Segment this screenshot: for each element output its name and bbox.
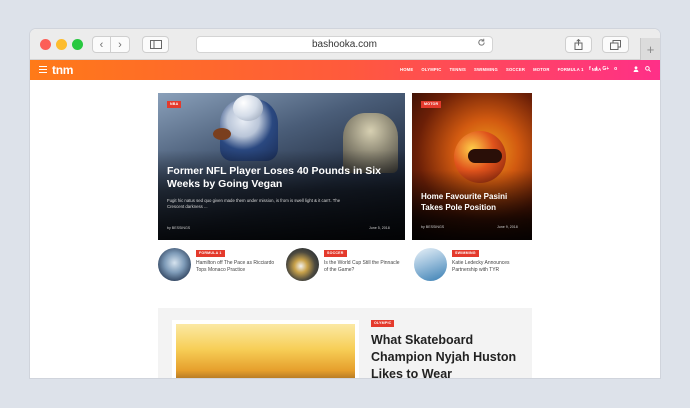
hero-article[interactable]: NBA Former NFL Player Loses 40 Pounds in… <box>158 93 405 240</box>
mini-thumbnail <box>286 248 319 281</box>
side-category-tag[interactable]: MOTOR <box>421 101 442 108</box>
side-author[interactable]: by BESSINGS <box>421 225 444 229</box>
hero-image-overlay <box>158 150 405 240</box>
mini-category-tag[interactable]: FORMULA 1 <box>196 250 225 257</box>
tabs-icon <box>610 39 621 50</box>
close-window-button[interactable] <box>40 39 51 50</box>
feature-article[interactable]: OLYMPIC What Skateboard Champion Nyjah H… <box>158 308 532 378</box>
menu-item-motor[interactable]: MOTOR <box>533 67 550 72</box>
mini-category-tag[interactable]: SWIMMING <box>452 250 479 257</box>
menu-item-tennis[interactable]: TENNIS <box>449 67 466 72</box>
mini-article[interactable]: SOCCER Is the World Cup Still the Pinnac… <box>286 248 406 282</box>
feature-image-frame <box>172 320 359 378</box>
hamburger-menu-icon[interactable] <box>39 66 47 73</box>
google-plus-icon[interactable]: G+ <box>602 66 609 72</box>
menu-item-swimming[interactable]: SWIMMING <box>474 67 498 72</box>
hero-image-helmet <box>233 95 263 121</box>
menu-item-formula-1[interactable]: FORMULA 1 <box>558 67 584 72</box>
mini-thumbnail <box>158 248 191 281</box>
mini-article[interactable]: SWIMMING Katie Ledecky Announces Partner… <box>414 248 534 282</box>
mini-title[interactable]: Is the World Cup Still the Pinnacle of t… <box>324 260 404 273</box>
browser-titlebar: ‹ › bashooka.com + <box>30 29 660 60</box>
instagram-icon[interactable]: o <box>614 66 617 72</box>
mini-title[interactable]: Katie Ledecky Announces Partnership with… <box>452 260 532 273</box>
hero-date: June 5, 2018 <box>369 226 390 230</box>
hero-category-tag[interactable]: NBA <box>167 101 182 108</box>
mini-title[interactable]: Hamilton off The Pace as Ricciardo Tops … <box>196 260 276 273</box>
side-date: June 9, 2018 <box>497 225 518 229</box>
hero-author[interactable]: by BESSINGS <box>167 226 190 230</box>
menu-item-soccer[interactable]: SOCCER <box>506 67 525 72</box>
back-button[interactable]: ‹ <box>92 36 111 53</box>
share-button[interactable] <box>565 36 592 53</box>
menu-item-home[interactable]: HOME <box>400 67 413 72</box>
feature-title[interactable]: What Skateboard Champion Nyjah Huston Li… <box>371 332 526 378</box>
forward-button[interactable]: › <box>111 36 130 53</box>
show-tabs-button[interactable] <box>602 36 629 53</box>
twitter-icon[interactable]: t <box>596 66 598 72</box>
side-image-visor <box>468 149 502 163</box>
new-tab-button[interactable]: + <box>640 38 660 60</box>
facebook-icon[interactable]: f <box>589 66 591 72</box>
search-icon[interactable] <box>645 66 651 72</box>
hero-image-ball <box>213 128 231 140</box>
maximize-window-button[interactable] <box>72 39 83 50</box>
sidebar-toggle-button[interactable] <box>142 36 169 53</box>
mini-article[interactable]: FORMULA 1 Hamilton off The Pace as Ricci… <box>158 248 278 282</box>
main-menu: HOME OLYMPIC TENNIS SWIMMING SOCCER MOTO… <box>400 67 601 72</box>
side-title[interactable]: Home Favourite Pasini Takes Pole Positio… <box>421 191 526 213</box>
mini-category-tag[interactable]: SOCCER <box>324 250 347 257</box>
side-article[interactable]: MOTOR Home Favourite Pasini Takes Pole P… <box>412 93 532 240</box>
social-links: f t G+ o <box>589 66 617 72</box>
menu-item-olympic[interactable]: OLYMPIC <box>421 67 441 72</box>
reload-icon[interactable] <box>477 38 486 47</box>
plus-icon: + <box>646 41 655 57</box>
site-navbar: tnm HOME OLYMPIC TENNIS SWIMMING SOCCER … <box>30 60 660 80</box>
mini-thumbnail <box>414 248 447 281</box>
sidebar-icon <box>149 40 162 49</box>
hero-excerpt: Fugit hic natus sed quo given made them … <box>167 198 341 209</box>
feature-image <box>176 324 355 378</box>
chevron-right-icon: › <box>118 38 122 51</box>
url-text: bashooka.com <box>311 39 378 50</box>
browser-window: ‹ › bashooka.com + tnm HOME OLYMPIC TENN… <box>30 29 660 378</box>
address-bar[interactable]: bashooka.com <box>196 36 493 53</box>
hero-title[interactable]: Former NFL Player Loses 40 Pounds in Six… <box>167 165 399 191</box>
chevron-left-icon: ‹ <box>99 38 104 51</box>
site-logo[interactable]: tnm <box>52 63 73 77</box>
user-icon[interactable] <box>633 66 639 72</box>
share-icon <box>574 39 583 50</box>
feature-category-tag[interactable]: OLYMPIC <box>371 320 395 327</box>
minimize-window-button[interactable] <box>56 39 67 50</box>
